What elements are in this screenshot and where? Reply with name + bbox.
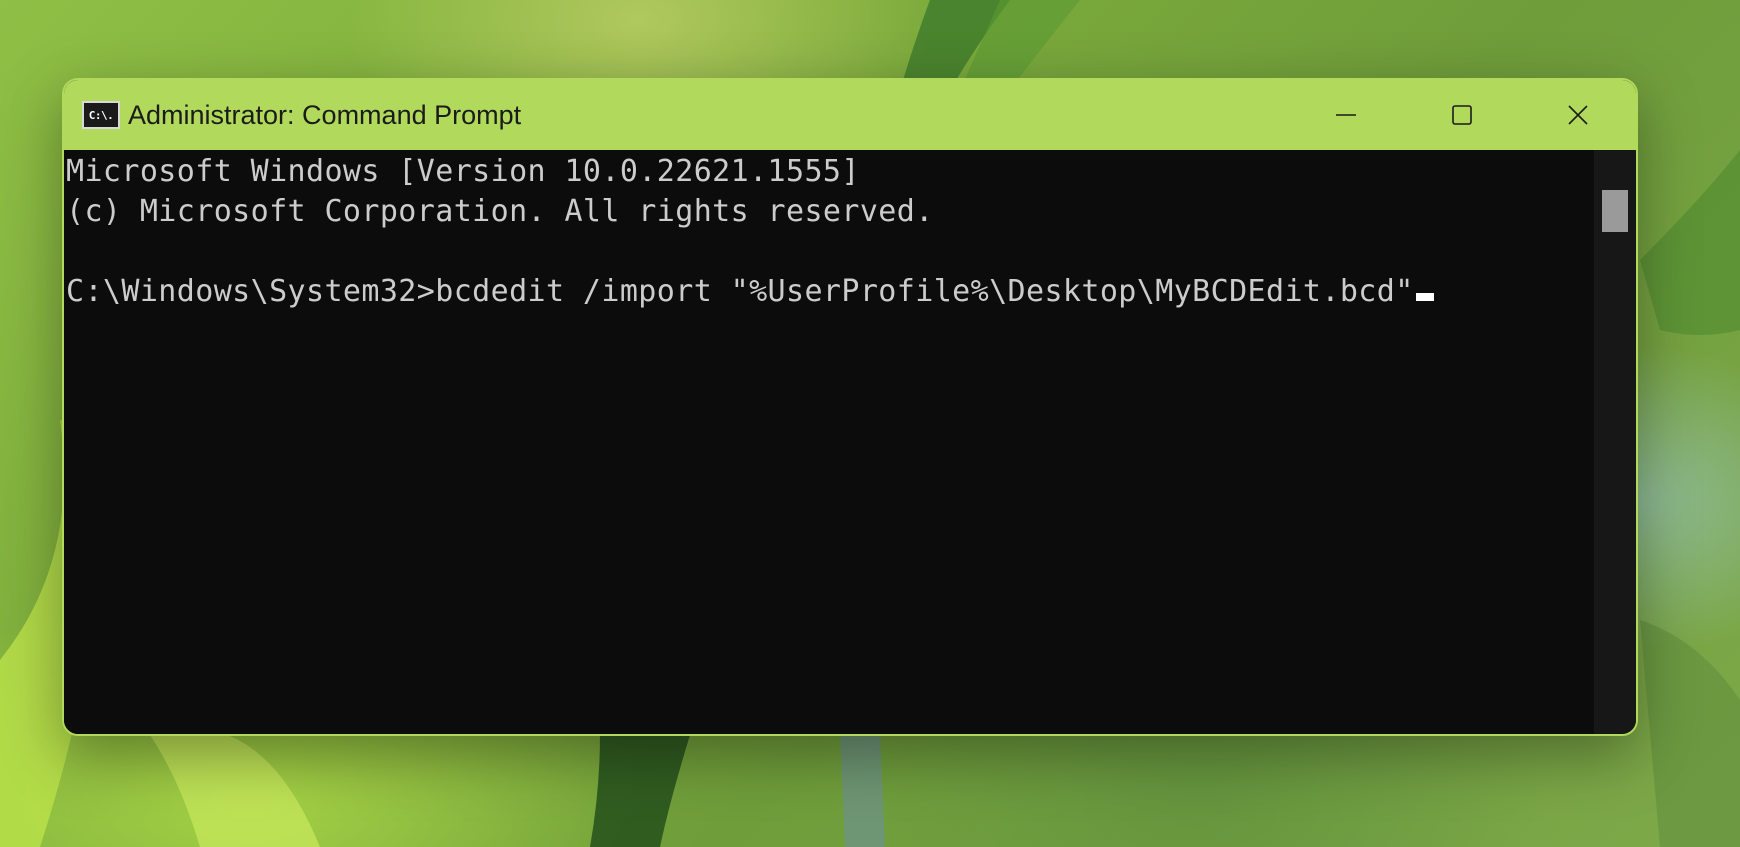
command-prompt-window[interactable]: C:\. Administrator: Command Prompt Micro… xyxy=(62,78,1638,736)
maximize-icon xyxy=(1452,105,1472,125)
console-command-text: C:\Windows\System32>bcdedit /import "%Us… xyxy=(66,274,1414,309)
title-bar[interactable]: C:\. Administrator: Command Prompt xyxy=(64,80,1636,150)
console-line-copyright: (c) Microsoft Corporation. All rights re… xyxy=(66,194,934,229)
cmd-icon: C:\. xyxy=(82,101,120,129)
console-output[interactable]: Microsoft Windows [Version 10.0.22621.15… xyxy=(64,150,1594,734)
scrollbar-thumb[interactable] xyxy=(1602,190,1628,232)
text-cursor xyxy=(1415,293,1434,301)
minimize-icon xyxy=(1336,114,1356,116)
vertical-scrollbar[interactable] xyxy=(1594,150,1636,734)
window-controls xyxy=(1288,80,1636,150)
console-line-version: Microsoft Windows [Version 10.0.22621.15… xyxy=(66,154,860,189)
cmd-icon-text: C:\. xyxy=(88,108,114,122)
console-command-line[interactable]: C:\Windows\System32>bcdedit /import "%Us… xyxy=(66,272,1594,312)
maximize-button[interactable] xyxy=(1404,80,1520,150)
minimize-button[interactable] xyxy=(1288,80,1404,150)
close-icon xyxy=(1568,105,1588,125)
window-title: Administrator: Command Prompt xyxy=(128,99,522,130)
close-button[interactable] xyxy=(1520,80,1636,150)
